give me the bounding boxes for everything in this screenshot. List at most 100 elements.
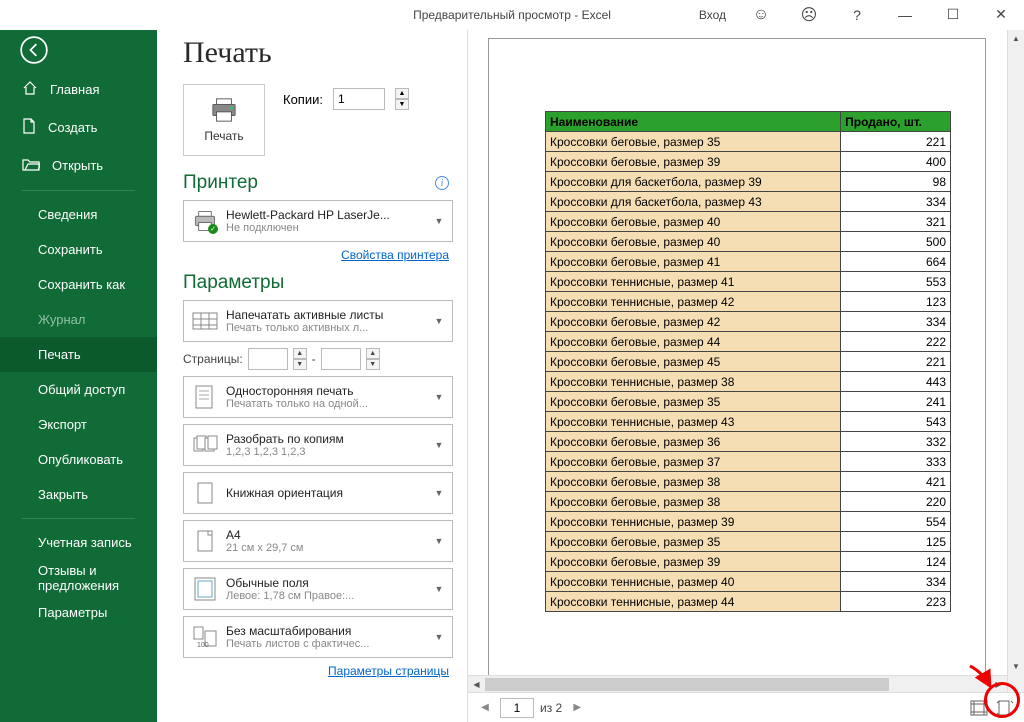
sidebar-item-5[interactable]: Общий доступ [0, 372, 157, 407]
margins-select[interactable]: Обычные поляЛевое: 1,78 см Правое:... ▼ [183, 568, 453, 610]
page-title: Печать [183, 36, 453, 70]
table-row: Кроссовки теннисные, размер 44223 [546, 592, 951, 612]
collate-select[interactable]: Разобрать по копиям1,2,3 1,2,3 1,2,3 ▼ [183, 424, 453, 466]
sidebar-item-2[interactable]: Открыть [0, 146, 157, 184]
print-preview-panel: НаименованиеПродано, шт. Кроссовки бегов… [467, 30, 1024, 722]
table-row: Кроссовки беговые, размер 44222 [546, 332, 951, 352]
print-settings-panel: Печать Печать Копии: ▲▼ Принтер i [157, 30, 467, 722]
preview-table: НаименованиеПродано, шт. Кроссовки бегов… [545, 111, 951, 612]
print-button-label: Печать [204, 129, 243, 143]
chevron-down-icon: ▼ [432, 216, 446, 226]
table-row: Кроссовки беговые, размер 45221 [546, 352, 951, 372]
face-smile-icon[interactable]: ☺ [738, 0, 784, 29]
params-heading: Параметры [183, 272, 453, 294]
printer-properties-link[interactable]: Свойства принтера [187, 248, 449, 262]
sidebar-item-2[interactable]: Параметры [0, 595, 157, 630]
table-row: Кроссовки теннисные, размер 40334 [546, 572, 951, 592]
backstage-sidebar: ГлавнаяСоздатьОткрыть СведенияСохранитьС… [0, 30, 157, 722]
table-row: Кроссовки беговые, размер 35241 [546, 392, 951, 412]
minimize-icon[interactable]: — [882, 0, 928, 29]
pages-from-input[interactable] [248, 348, 288, 370]
show-margins-button[interactable] [968, 698, 990, 718]
back-button[interactable] [0, 30, 157, 70]
table-row: Кроссовки теннисные, размер 41553 [546, 272, 951, 292]
table-row: Кроссовки беговые, размер 39124 [546, 552, 951, 572]
table-row: Кроссовки беговые, размер 35221 [546, 132, 951, 152]
maximize-icon[interactable]: ☐ [930, 0, 976, 29]
table-row: Кроссовки теннисные, размер 43543 [546, 412, 951, 432]
table-row: Кроссовки беговые, размер 39400 [546, 152, 951, 172]
sidebar-item-7[interactable]: Опубликовать [0, 442, 157, 477]
zoom-to-page-button[interactable] [994, 698, 1016, 718]
sidebar-item-2[interactable]: Сохранить как [0, 267, 157, 302]
close-icon[interactable]: ✕ [978, 0, 1024, 29]
table-row: Кроссовки беговые, размер 35125 [546, 532, 951, 552]
open-icon [22, 157, 40, 174]
copies-label: Копии: [283, 92, 323, 107]
margins-icon [190, 574, 220, 604]
table-row: Кроссовки для баскетбола, размер 43334 [546, 192, 951, 212]
copies-input[interactable] [333, 88, 385, 110]
preview-footer: ◀ из 2 ▶ [468, 692, 1024, 722]
face-sad-icon[interactable]: ☹ [786, 0, 832, 29]
printer-select[interactable]: ✓ Hewlett-Packard HP LaserJe...Не подклю… [183, 200, 453, 242]
table-row: Кроссовки беговые, размер 37333 [546, 452, 951, 472]
preview-page: НаименованиеПродано, шт. Кроссовки бегов… [488, 38, 986, 688]
sidebar-item-0[interactable]: Учетная запись [0, 525, 157, 560]
sidebar-item-0[interactable]: Сведения [0, 197, 157, 232]
next-page-button[interactable]: ▶ [568, 699, 586, 717]
print-what-select[interactable]: Напечатать активные листыПечать только а… [183, 300, 453, 342]
portrait-icon [190, 478, 220, 508]
vertical-scrollbar[interactable]: ▲ ▼ [1007, 30, 1024, 692]
home-icon [22, 80, 38, 99]
table-row: Кроссовки теннисные, размер 38443 [546, 372, 951, 392]
table-row: Кроссовки беговые, размер 38421 [546, 472, 951, 492]
page-total-label: из 2 [540, 701, 562, 715]
scale-icon: 100 [190, 622, 220, 652]
new-icon [22, 118, 36, 137]
titlebar: Предварительный просмотр - Excel Вход ☺ … [0, 0, 1024, 30]
collate-icon [190, 430, 220, 460]
copies-spinner[interactable]: ▲▼ [395, 88, 409, 110]
table-row: Кроссовки беговые, размер 42334 [546, 312, 951, 332]
printer-heading: Принтер i [183, 172, 453, 194]
paper-size-select[interactable]: A421 см x 29,7 см ▼ [183, 520, 453, 562]
paper-icon [190, 526, 220, 556]
table-row: Кроссовки беговые, размер 40321 [546, 212, 951, 232]
pages-to-input[interactable] [321, 348, 361, 370]
table-row: Кроссовки теннисные, размер 42123 [546, 292, 951, 312]
sidebar-item-0[interactable]: Главная [0, 70, 157, 108]
scaling-select[interactable]: 100 Без масштабированияПечать листов с ф… [183, 616, 453, 658]
print-button[interactable]: Печать [183, 84, 265, 156]
sidebar-item-4[interactable]: Печать [0, 337, 157, 372]
pages-from-spinner[interactable]: ▲▼ [293, 348, 307, 370]
sidebar-item-3[interactable]: Журнал [0, 302, 157, 337]
page-icon [190, 382, 220, 412]
sidebar-item-1[interactable]: Отзывы и предложения [0, 560, 157, 595]
pages-to-spinner[interactable]: ▲▼ [366, 348, 380, 370]
help-icon[interactable]: ? [834, 0, 880, 29]
horizontal-scrollbar[interactable]: ◀▶ [468, 675, 1007, 692]
table-row: Кроссовки для баскетбола, размер 3998 [546, 172, 951, 192]
sidebar-item-1[interactable]: Сохранить [0, 232, 157, 267]
table-row: Кроссовки беговые, размер 40500 [546, 232, 951, 252]
sidebar-item-6[interactable]: Экспорт [0, 407, 157, 442]
table-row: Кроссовки теннисные, размер 39554 [546, 512, 951, 532]
pages-label: Страницы: [183, 352, 243, 366]
printer-icon: ✓ [190, 206, 220, 236]
sides-select[interactable]: Односторонняя печатьПечатать только на о… [183, 376, 453, 418]
table-row: Кроссовки беговые, размер 41664 [546, 252, 951, 272]
table-row: Кроссовки беговые, размер 36332 [546, 432, 951, 452]
table-row: Кроссовки беговые, размер 38220 [546, 492, 951, 512]
sidebar-item-8[interactable]: Закрыть [0, 477, 157, 512]
svg-text:100: 100 [197, 642, 209, 649]
window-title: Предварительный просмотр - Excel [413, 8, 611, 22]
orientation-select[interactable]: Книжная ориентация ▼ [183, 472, 453, 514]
prev-page-button[interactable]: ◀ [476, 699, 494, 717]
sheets-icon [190, 306, 220, 336]
sidebar-item-1[interactable]: Создать [0, 108, 157, 146]
login-link[interactable]: Вход [699, 8, 726, 22]
current-page-input[interactable] [500, 698, 534, 718]
page-setup-link[interactable]: Параметры страницы [187, 664, 449, 678]
info-icon[interactable]: i [435, 176, 449, 190]
